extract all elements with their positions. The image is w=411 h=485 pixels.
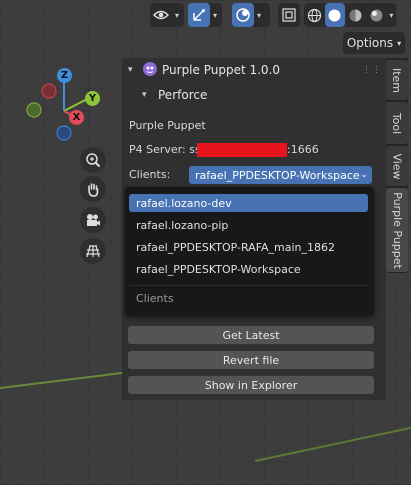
clients-label: Clients: xyxy=(129,168,171,181)
tab-purple-puppet[interactable]: Purple Puppet xyxy=(386,188,408,273)
clients-select[interactable]: rafael_PPDESKTOP-Workspace ⌄ xyxy=(189,166,372,184)
y-axis-icon[interactable]: Y xyxy=(85,91,100,106)
sidebar-tabs: Item Tool View Purple Puppet xyxy=(386,58,408,273)
chevron-down-icon[interactable]: ▾ xyxy=(172,11,182,20)
dropdown-footer-label: Clients xyxy=(136,292,174,305)
shading-material-icon[interactable] xyxy=(345,3,366,27)
z-axis-icon[interactable]: Z xyxy=(57,68,72,83)
addon-panel-header[interactable]: ▾ Purple Puppet 1.0.0 ⋮⋮ xyxy=(122,59,386,81)
camera-icon[interactable] xyxy=(80,207,106,233)
addon-title: Purple Puppet 1.0.0 xyxy=(162,63,281,77)
visibility-group[interactable]: ▾ xyxy=(150,3,184,27)
drag-handle-icon[interactable]: ⋮⋮ xyxy=(362,65,382,75)
tab-tool-label: Tool xyxy=(390,112,404,134)
ground-axis-line xyxy=(254,426,411,462)
dropdown-option[interactable]: rafael_PPDESKTOP-Workspace xyxy=(129,260,368,278)
xray-icon[interactable] xyxy=(278,3,300,27)
tab-view-label: View xyxy=(390,152,404,180)
x-axis-icon[interactable]: X xyxy=(69,110,84,125)
chevron-down-icon: ▾ xyxy=(397,38,402,48)
tab-purple-puppet-label: Purple Puppet xyxy=(390,191,404,269)
tab-view[interactable]: View xyxy=(386,146,408,187)
p4-server-prefix: P4 Server: ssl xyxy=(129,143,204,156)
dropdown-divider xyxy=(129,285,370,286)
redaction-block xyxy=(197,143,287,157)
shading-group[interactable]: ▾ xyxy=(304,3,396,27)
tab-item-label: Item xyxy=(390,67,404,93)
tab-item[interactable]: Item xyxy=(386,60,408,101)
chevron-down-icon[interactable]: ▾ xyxy=(210,11,220,20)
dropdown-option[interactable]: rafael_PPDESKTOP-RAFA_main_1862 xyxy=(129,238,368,256)
show-in-explorer-button[interactable]: Show in Explorer xyxy=(128,376,374,394)
options-label: Options xyxy=(346,36,394,50)
navigation-gizmo[interactable]: Z Y X xyxy=(20,60,115,155)
clients-dropdown-menu: rafael.lozano-dev rafael.lozano-pip rafa… xyxy=(125,187,374,315)
grid-view-icon[interactable] xyxy=(80,238,106,264)
eye-icon[interactable] xyxy=(150,3,172,27)
addon-logo-icon xyxy=(143,62,157,76)
perforce-subpanel-header[interactable]: ▾ Perforce xyxy=(122,84,386,106)
options-dropdown[interactable]: Options ▾ xyxy=(343,32,405,54)
p4-server-port: :1666 xyxy=(287,143,319,156)
chevron-down-icon[interactable]: ▾ xyxy=(128,65,133,75)
transform-gizmo-icon[interactable] xyxy=(188,3,210,27)
viewport-header: ▾ ▾ ▾ ▾ xyxy=(150,3,411,29)
section-label: Purple Puppet xyxy=(129,119,206,132)
gizmo-group[interactable]: ▾ xyxy=(188,3,222,27)
chevron-down-icon[interactable]: ▾ xyxy=(142,90,147,100)
chevron-down-icon[interactable]: ▾ xyxy=(254,11,264,20)
chevron-down-icon: ⌄ xyxy=(360,170,368,180)
dropdown-option[interactable]: rafael.lozano-pip xyxy=(129,216,368,234)
subpanel-title: Perforce xyxy=(158,88,208,102)
xray-group[interactable] xyxy=(278,3,300,27)
get-latest-button[interactable]: Get Latest xyxy=(128,326,374,344)
tab-tool[interactable]: Tool xyxy=(386,102,408,145)
shading-solid-icon[interactable] xyxy=(324,3,346,27)
overlay-icon[interactable] xyxy=(232,3,254,27)
hand-pan-icon[interactable] xyxy=(80,176,106,202)
zoom-icon[interactable] xyxy=(80,147,106,173)
chevron-down-icon[interactable]: ▾ xyxy=(387,11,396,20)
shading-rendered-icon[interactable] xyxy=(366,3,387,27)
dropdown-option[interactable]: rafael.lozano-dev xyxy=(129,194,368,212)
shading-wire-icon[interactable] xyxy=(304,3,325,27)
revert-file-button[interactable]: Revert file xyxy=(128,351,374,369)
clients-value: rafael_PPDESKTOP-Workspace xyxy=(195,168,360,182)
overlay-group[interactable]: ▾ xyxy=(232,3,270,27)
